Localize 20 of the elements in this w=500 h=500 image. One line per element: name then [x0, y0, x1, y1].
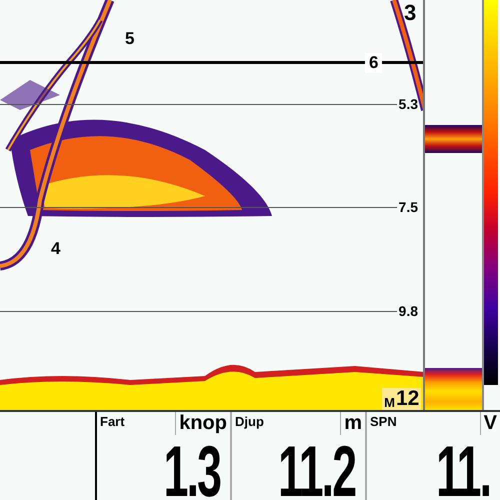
readout-label: SPN — [369, 413, 398, 431]
readout-value: 11.2 — [278, 442, 355, 500]
marker-label: 4 — [51, 240, 60, 257]
depth-label: 5.3 — [398, 96, 419, 112]
readout-unit: m — [340, 412, 365, 435]
readout-value: 1.3 — [164, 442, 220, 500]
marker-label: 3 — [404, 2, 416, 24]
readout-unit: V — [480, 412, 500, 435]
readout-label: Djup — [234, 413, 265, 431]
depth-label: 7.5 — [398, 199, 419, 215]
range-unit: M — [384, 395, 395, 410]
depth-label: 9.8 — [398, 303, 419, 319]
readout-unit: knop — [175, 412, 230, 435]
readout-value: 11. — [436, 442, 490, 500]
readout-label: Fart — [99, 413, 126, 431]
range-depth: 12 — [396, 388, 420, 410]
cursor-label: 6 — [365, 53, 382, 73]
marker-label: 5 — [125, 30, 134, 47]
flasher-echo — [425, 125, 482, 153]
flasher-echo — [425, 368, 482, 410]
